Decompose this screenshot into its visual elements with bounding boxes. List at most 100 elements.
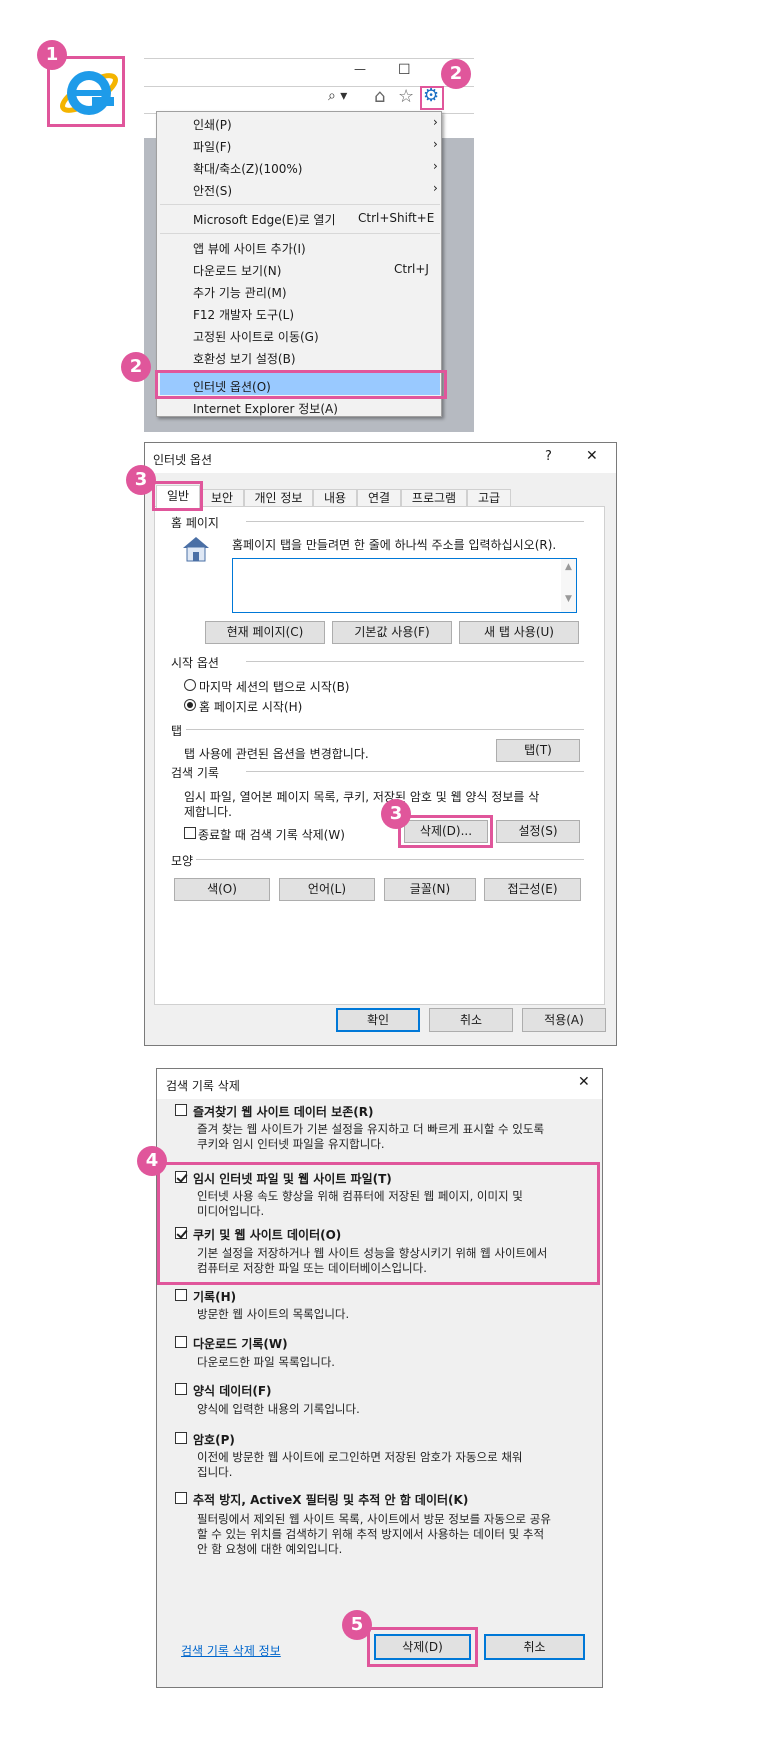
menu-separator [160,204,440,205]
checkbox-tracking-protection[interactable] [175,1492,187,1504]
option-form-data-title: 양식 데이터(F) [193,1384,272,1398]
menu-item-internet-options[interactable]: 인터넷 옵션(O) [193,378,271,395]
tabs-settings-button[interactable]: 탭(T) [496,739,580,762]
menu-arrow-file: › [433,137,438,151]
menu-arrow-safety: › [433,181,438,195]
use-new-tab-button[interactable]: 새 탭 사용(U) [459,621,579,644]
menu-shortcut-open-edge: Ctrl+Shift+E [358,211,435,225]
browsing-history-desc-line1: 임시 파일, 열어본 페이지 목록, 쿠키, 저장된 암호 및 웹 양식 정보를… [184,790,540,804]
tab-programs[interactable]: 프로그램 [401,489,467,507]
menu-item-view-downloads[interactable]: 다운로드 보기(N) [193,262,281,279]
delete-dialog-close-button[interactable]: ✕ [578,1074,590,1090]
option-passwords-desc: 이전에 방문한 웹 사이트에 로그인하면 저장된 암호가 자동으로 채워 집니다. [197,1450,523,1479]
tab-security[interactable]: 보안 [200,489,244,507]
tab-advanced[interactable]: 고급 [467,489,511,507]
option-history-desc: 방문한 웹 사이트의 목록입니다. [197,1307,350,1321]
cancel-button[interactable]: 취소 [429,1008,513,1032]
delete-on-exit-checkbox[interactable] [184,827,196,839]
menu-shortcut-downloads: Ctrl+J [394,262,429,276]
option-download-history-desc: 다운로드한 파일 목록입니다. [197,1355,335,1369]
menu-item-file[interactable]: 파일(F) [193,138,231,155]
history-settings-button[interactable]: 설정(S) [496,820,580,843]
home-page-description: 홈페이지 탭을 만들려면 한 줄에 하나씩 주소를 입력하십시오(R). [232,538,557,552]
home-icon[interactable]: ⌂ [374,86,385,107]
address-search-icon[interactable]: ⌕ ▾ [328,88,347,104]
checkbox-preserve-favorites[interactable] [175,1104,187,1116]
step-badge-5: 5 [342,1610,372,1640]
section-divider [246,771,584,772]
checkbox-form-data[interactable] [175,1383,187,1395]
radio-start-home-page[interactable] [184,699,196,711]
tabs-description: 탭 사용에 관련된 옵션을 변경합니다. [184,747,369,761]
checkbox-download-history[interactable] [175,1336,187,1348]
option-preserve-favorites-desc: 즐겨 찾는 웹 사이트가 기본 설정을 유지하고 더 빠르게 표시할 수 있도록… [197,1122,545,1151]
menu-separator [160,233,440,234]
menu-arrow-zoom: › [433,159,438,173]
ok-button[interactable]: 확인 [336,1008,420,1032]
tabs-header: 탭 [171,724,183,738]
textarea-scrollbar[interactable]: ▲ ▼ [561,559,576,612]
general-tab-highlight [152,481,203,511]
delete-history-info-link[interactable]: 검색 기록 삭제 정보 [181,1642,281,1659]
tab-privacy[interactable]: 개인 정보 [244,489,313,507]
step-badge-1: 1 [37,40,67,70]
delete-history-dialog [156,1068,603,1688]
menu-item-zoom[interactable]: 확대/축소(Z)(100%) [193,160,302,177]
fonts-button[interactable]: 글꼴(N) [384,878,476,901]
tools-gear-icon[interactable]: ⚙ [423,85,439,106]
minimize-button[interactable]: — [354,62,366,76]
cancel-delete-button[interactable]: 취소 [484,1634,585,1660]
delete-on-exit-label: 종료할 때 검색 기록 삭제(W) [198,828,345,842]
step-badge-2a: 2 [441,59,471,89]
delete-button-highlight [398,815,493,848]
section-divider [246,661,584,662]
step-badge-4: 4 [137,1146,167,1176]
maximize-button[interactable]: ☐ [398,62,411,78]
house-icon [180,534,212,564]
menu-item-compat-view[interactable]: 호환성 보기 설정(B) [193,350,296,367]
start-home-page-label: 홈 페이지로 시작(H) [199,700,303,714]
home-page-url-textarea[interactable] [232,558,577,613]
menu-item-pinned-sites[interactable]: 고정된 사이트로 이동(G) [193,328,319,345]
apply-button[interactable]: 적용(A) [522,1008,606,1032]
section-divider [246,521,584,522]
menu-item-print[interactable]: 인쇄(P) [193,116,232,133]
option-form-data-desc: 양식에 입력한 내용의 기록입니다. [197,1402,360,1416]
step-badge-3a: 3 [126,465,156,495]
menu-item-safety[interactable]: 안전(S) [193,182,232,199]
appearance-header: 모양 [171,854,194,868]
dialog-title: 인터넷 옵션 [153,453,213,467]
section-divider [186,729,584,730]
menu-item-open-edge[interactable]: Microsoft Edge(E)로 열기 [193,211,336,228]
option-download-history-title: 다운로드 기록(W) [193,1337,288,1351]
step-badge-2b: 2 [121,352,151,382]
start-last-session-label: 마지막 세션의 탭으로 시작(B) [199,680,350,694]
startup-header: 시작 옵션 [171,656,219,670]
accessibility-button[interactable]: 접근성(E) [484,878,581,901]
tab-connections[interactable]: 연결 [357,489,401,507]
browsing-history-header: 검색 기록 [171,766,219,780]
option-preserve-favorites-title: 즐겨찾기 웹 사이트 데이터 보존(R) [193,1105,374,1119]
option-tracking-title: 추적 방지, ActiveX 필터링 및 추적 안 함 데이터(K) [193,1493,469,1507]
dialog-close-button[interactable]: ✕ [586,448,598,464]
use-default-button[interactable]: 기본값 사용(F) [332,621,452,644]
colors-button[interactable]: 색(O) [174,878,270,901]
browsing-history-desc-line2: 제합니다. [184,805,232,819]
help-button[interactable]: ? [545,449,552,464]
menu-arrow-print: › [433,115,438,129]
use-current-button[interactable]: 현재 페이지(C) [205,621,325,644]
menu-item-manage-addons[interactable]: 추가 기능 관리(M) [193,284,287,301]
confirm-delete-highlight [367,1627,478,1667]
menu-item-about-ie[interactable]: Internet Explorer 정보(A) [193,400,338,417]
tab-content[interactable]: 내용 [313,489,357,507]
languages-button[interactable]: 언어(L) [279,878,375,901]
radio-start-last-session[interactable] [184,679,196,691]
temp-and-cookies-highlight [157,1162,600,1285]
home-page-header: 홈 페이지 [171,516,219,530]
menu-item-add-site-app-view[interactable]: 앱 뷰에 사이트 추가(I) [193,240,306,257]
favorites-star-icon[interactable]: ☆ [398,86,414,107]
menu-item-f12-tools[interactable]: F12 개발자 도구(L) [193,306,294,323]
option-passwords-title: 암호(P) [193,1433,235,1447]
checkbox-history[interactable] [175,1289,187,1301]
checkbox-passwords[interactable] [175,1432,187,1444]
